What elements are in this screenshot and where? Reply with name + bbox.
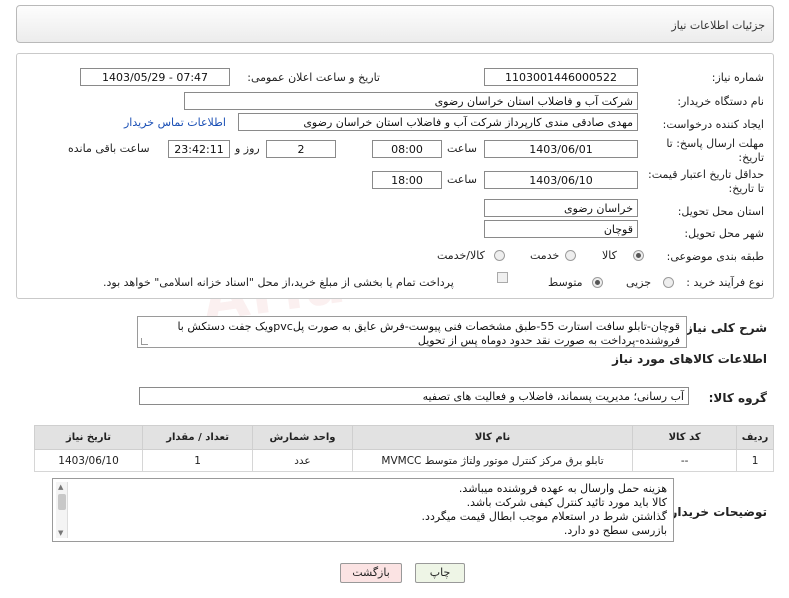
col-item-code: کد کالا (632, 425, 738, 450)
delivery-city-field[interactable]: قوچان (484, 220, 638, 238)
buyer-notes-label: توضیحات خریدار: (665, 505, 767, 519)
delivery-province-label: استان محل تحویل: (677, 205, 764, 218)
process-option-medium: متوسط (548, 276, 583, 289)
treasury-checkbox-label: پرداخت تمام یا بخشی از مبلغ خرید،از محل … (103, 276, 454, 289)
page-header (16, 5, 774, 43)
table-row: 1 -- تابلو برق مرکز کنترل موتور ولتاژ مت… (33, 449, 774, 472)
buyer-contact-link[interactable]: اطلاعات تماس خریدار (124, 116, 226, 129)
delivery-province-field[interactable]: خراسان رضوی (484, 199, 638, 217)
buyer-note-line: بازرسی سطح دو دارد. (563, 524, 667, 537)
items-table: ردیف کد کالا نام کالا واحد شمارش تعداد /… (33, 425, 774, 472)
buyer-note-line: گذاشتن شرط در استعلام موجب ابطال قیمت می… (421, 510, 667, 523)
reply-deadline-label: مهلت ارسال پاسخ: تا تاریخ: (666, 137, 764, 164)
process-option-minor: جزیی (626, 276, 652, 289)
col-quantity: تعداد / مقدار (142, 425, 254, 450)
category-option-goods-service: کالا/خدمت (437, 249, 485, 262)
page-title: جزئیات اطلاعات نیاز (671, 19, 765, 32)
process-radio-minor[interactable] (663, 277, 674, 288)
treasury-checkbox[interactable] (497, 272, 508, 283)
buyer-org-label: نام دستگاه خریدار: (677, 95, 764, 108)
goods-group-label: گروه کالا: (708, 391, 767, 405)
announce-datetime-label: تاریخ و ساعت اعلان عمومی: (247, 71, 380, 84)
buyer-note-line: هزینه حمل وارسال به عهده فروشنده میباشد. (458, 482, 667, 495)
col-need-date: تاریخ نیاز (33, 425, 144, 450)
description-label: شرح کلی نیاز: (681, 321, 767, 335)
reply-date-field[interactable]: 1403/06/01 (484, 140, 638, 158)
category-option-service: خدمت (530, 249, 560, 262)
items-table-header: ردیف کد کالا نام کالا واحد شمارش تعداد /… (33, 425, 774, 450)
buyer-notes-textarea[interactable]: هزینه حمل وارسال به عهده فروشنده میباشد.… (52, 478, 674, 542)
cell-quantity: 1 (142, 449, 254, 472)
reply-time-label: ساعت (447, 142, 477, 155)
buyer-notes-scrollbar[interactable]: ▲ ▼ (56, 482, 68, 538)
reply-time-field[interactable]: 08:00 (372, 140, 442, 158)
category-label: طبقه بندی موضوعی: (666, 250, 764, 263)
goods-group-field[interactable]: آب رسانی؛ مدیریت پسماند، فاضلاب و فعالیت… (139, 387, 689, 405)
price-validity-time-field[interactable]: 18:00 (372, 171, 442, 189)
purchase-process-label: نوع فرآیند خرید : (686, 276, 764, 289)
cell-need-date: 1403/06/10 (33, 449, 144, 472)
category-option-goods: کالا (602, 249, 617, 262)
category-radio-service[interactable] (565, 250, 576, 261)
buyer-org-field[interactable]: شرکت آب و فاضلاب استان خراسان رضوی (184, 92, 638, 110)
buyer-note-line: کالا باید مورد تائید کنترل کیفی شرکت باش… (466, 496, 667, 509)
price-validity-date-field[interactable]: 1403/06/10 (484, 171, 638, 189)
cell-unit: عدد (252, 449, 353, 472)
cell-item-name: تابلو برق مرکز کنترل موتور ولتاژ متوسط M… (351, 449, 634, 472)
items-table-container: ردیف کد کالا نام کالا واحد شمارش تعداد /… (33, 425, 774, 472)
scroll-up-arrow-icon[interactable]: ▲ (58, 483, 63, 491)
col-row-number: ردیف (736, 425, 774, 450)
cell-item-code: -- (632, 449, 738, 472)
scroll-down-arrow-icon[interactable]: ▼ (58, 529, 63, 537)
requester-field[interactable]: مهدی صادقی مندی کارپرداز شرکت آب و فاضلا… (238, 113, 638, 131)
category-radio-goods-service[interactable] (494, 250, 505, 261)
scroll-thumb[interactable] (58, 494, 66, 510)
back-button[interactable]: بازگشت (340, 563, 402, 583)
col-unit: واحد شمارش (252, 425, 353, 450)
delivery-city-label: شهر محل تحویل: (684, 227, 764, 240)
process-radio-medium[interactable] (592, 277, 603, 288)
goods-info-title: اطلاعات کالاهای مورد نیاز (612, 352, 767, 366)
days-label: روز و (235, 142, 260, 155)
description-textarea[interactable]: قوچان-تابلو سافت استارت 55-طبق مشخصات فن… (137, 316, 687, 348)
days-field[interactable]: 2 (266, 140, 336, 158)
col-item-name: نام کالا (351, 425, 634, 450)
price-validity-label: حداقل تاریخ اعتبار قیمت: تا تاریخ: (648, 168, 764, 195)
cell-row-number: 1 (736, 449, 774, 472)
category-radio-goods[interactable] (633, 250, 644, 261)
description-resize-grip[interactable] (141, 338, 148, 345)
price-validity-time-label: ساعت (447, 173, 477, 186)
remaining-time-field[interactable]: 23:42:11 (168, 140, 230, 158)
need-number-label: شماره نیاز: (711, 71, 764, 84)
need-number-field[interactable]: 1103001446000522 (484, 68, 638, 86)
remaining-time-label: ساعت باقی مانده (68, 142, 150, 155)
announce-datetime-field[interactable]: 1403/05/29 - 07:47 (80, 68, 230, 86)
print-button[interactable]: چاپ (415, 563, 465, 583)
requester-label: ایجاد کننده درخواست: (662, 118, 764, 131)
